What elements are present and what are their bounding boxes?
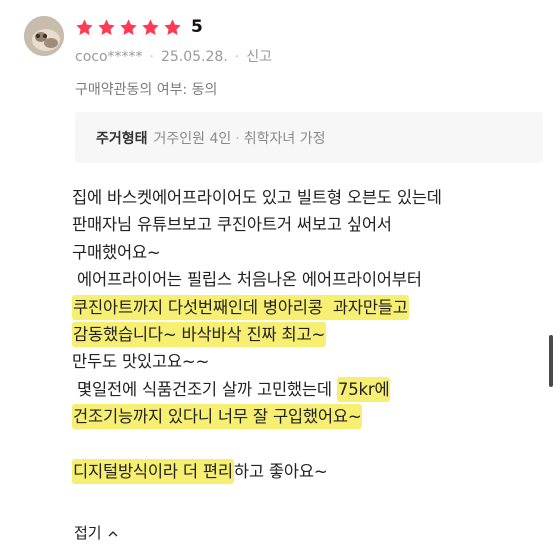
star-icon [75, 18, 94, 37]
review-text: 하고 좋아요~ [233, 461, 328, 481]
household-size: 거주인원 4인 [153, 131, 232, 147]
review-line: 구매했어요~ [72, 239, 552, 266]
review-line: 에어프라이어는 필립스 처음나온 에어프라이어부터 [72, 266, 552, 293]
star-icon [141, 18, 160, 37]
highlighted-text: 감동했습니다~ 바삭바삭 진짜 최고~ [72, 321, 327, 347]
review-line [72, 431, 552, 458]
review-line: 건조기능까지 있다니 너무 잘 구입했어요~ [72, 403, 552, 430]
collapse-button[interactable]: 접기 [74, 522, 118, 543]
scrollbar-thumb[interactable] [549, 335, 553, 387]
collapse-label: 접기 [74, 524, 102, 542]
meta-separator: · [149, 49, 154, 65]
username: coco***** [75, 49, 143, 65]
review-text: 만두도 맛있고요~~ [72, 352, 210, 372]
review-line: 디지털방식이라 더 편리하고 좋아요~ [72, 458, 552, 485]
review-text: 구매했어요~ [72, 242, 161, 262]
review-line: 만두도 맛있고요~~ [72, 348, 552, 375]
review-text: 몇일전에 식품건조기 살까 고민했는데 [72, 379, 337, 399]
highlighted-text: 쿠진아트까지 다섯번째인데 병아리콩 과자만들고 [72, 294, 409, 320]
star-icon [97, 18, 116, 37]
review-text: 판매자님 유튜브보고 쿠진아트거 써보고 싶어서 [72, 215, 392, 235]
star-icon [163, 18, 182, 37]
avatar[interactable] [24, 16, 64, 56]
review-meta: coco***** · 25.05.28. · 신고 [75, 46, 272, 66]
avatar-image [24, 16, 64, 56]
highlighted-text: 75kr에 [336, 376, 391, 402]
star-rating: 5 [75, 14, 203, 40]
meta-separator: · [234, 49, 240, 65]
rating-value: 5 [191, 17, 203, 37]
household-info-panel: 주거형태 거주인원 4인 · 취학자녀 가정 [75, 112, 543, 163]
review-line: 감동했습니다~ 바삭바삭 진짜 최고~ [72, 321, 552, 348]
review-text: 에어프라이어는 필립스 처음나온 에어프라이어부터 [72, 270, 422, 290]
household-separator: · [235, 131, 240, 147]
review-date: 25.05.28. [160, 49, 228, 65]
review-line: 집에 바스켓에어프라이어도 있고 빌트형 오븐도 있는데 [72, 184, 552, 211]
highlighted-text: 건조기능까지 있다니 너무 잘 구입했어요~ [72, 404, 363, 430]
consent-line: 구매약관동의 여부: 동의 [75, 82, 218, 98]
household-label: 주거형태 [96, 131, 148, 147]
report-link[interactable]: 신고 [246, 49, 272, 65]
star-icon [119, 18, 138, 37]
household-children: 취학자녀 가정 [243, 131, 326, 147]
review-line: 몇일전에 식품건조기 살까 고민했는데 75kr에 [72, 376, 552, 403]
review-text: 집에 바스켓에어프라이어도 있고 빌트형 오븐도 있는데 [72, 188, 442, 207]
highlighted-text: 디지털방식이라 더 편리 [72, 458, 234, 484]
review-line: 쿠진아트까지 다섯번째인데 병아리콩 과자만들고 [72, 294, 552, 321]
review-body: 집에 바스켓에어프라이어도 있고 빌트형 오븐도 있는데판매자님 유튜브보고 쿠… [72, 184, 552, 485]
review-line: 판매자님 유튜브보고 쿠진아트거 써보고 싶어서 [72, 211, 552, 238]
chevron-up-icon [108, 530, 118, 536]
